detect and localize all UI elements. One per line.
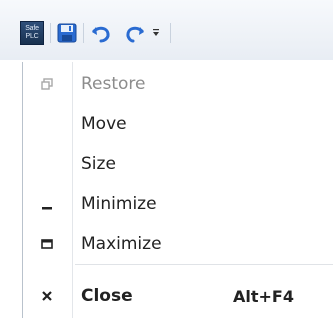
close-icon — [39, 288, 55, 304]
restore-icon — [39, 76, 55, 92]
menu-item-restore[interactable]: Restore — [23, 64, 333, 104]
menu-item-label: Restore — [81, 74, 146, 94]
maximize-icon — [39, 236, 55, 252]
undo-icon — [92, 26, 110, 43]
save-icon — [57, 23, 77, 43]
app-logo-text-top: Safe — [25, 25, 39, 32]
quick-access-toolbar-items: Safe PLC — [20, 20, 177, 46]
app-logo: Safe PLC — [20, 21, 44, 45]
menu-item-label: Move — [81, 114, 127, 134]
minimize-icon — [39, 196, 55, 212]
menu-item-label: Maximize — [81, 234, 162, 254]
redo-button[interactable] — [124, 22, 146, 44]
toolbar-separator — [170, 23, 171, 43]
quick-access-toolbar: Safe PLC — [0, 0, 333, 60]
toolbar-separator — [83, 23, 84, 43]
customize-toolbar-dropdown[interactable] — [152, 28, 160, 38]
window-system-menu: Restore Move Size Minimize Maximize Clos… — [22, 62, 333, 318]
app-logo-text-bottom: PLC — [25, 33, 39, 40]
toolbar-separator — [50, 23, 51, 43]
menu-item-shortcut: Alt+F4 — [233, 286, 294, 306]
redo-icon — [126, 26, 144, 43]
menu-item-size[interactable]: Size — [23, 144, 333, 184]
undo-button[interactable] — [90, 22, 112, 44]
menu-separator — [75, 264, 333, 265]
app-logo-icon[interactable]: Safe PLC — [20, 21, 44, 45]
menu-item-label: Close — [81, 286, 133, 306]
menu-item-close[interactable]: Close Alt+F4 — [23, 276, 333, 316]
menu-item-label: Size — [81, 154, 116, 174]
menu-item-label: Minimize — [81, 194, 157, 214]
chevron-down-icon — [153, 29, 159, 36]
menu-item-move[interactable]: Move — [23, 104, 333, 144]
save-button[interactable] — [57, 23, 77, 43]
menu-item-maximize[interactable]: Maximize — [23, 224, 333, 264]
menu-item-minimize[interactable]: Minimize — [23, 184, 333, 224]
